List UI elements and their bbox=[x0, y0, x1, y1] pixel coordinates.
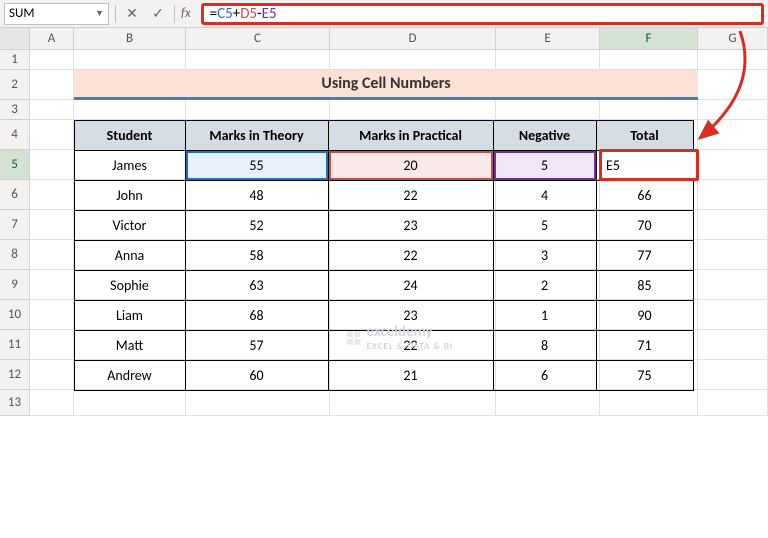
row-header-5[interactable]: 5 bbox=[0, 150, 30, 180]
col-header-F[interactable]: F bbox=[600, 28, 698, 49]
cell-negative[interactable]: 8 bbox=[493, 330, 597, 361]
active-cell-f5[interactable]: E5 bbox=[599, 149, 699, 181]
table-row: Anna 58 22 3 77 bbox=[74, 240, 698, 270]
sheet-title[interactable]: Using Cell Numbers bbox=[74, 70, 698, 100]
col-header-E[interactable]: E bbox=[496, 28, 600, 49]
row-headers: 1 2 3 4 5 6 7 8 9 10 11 12 13 bbox=[0, 50, 30, 416]
row-header-1[interactable]: 1 bbox=[0, 50, 30, 70]
cell-practical[interactable]: 22 bbox=[328, 240, 494, 271]
confirm-icon[interactable]: ✓ bbox=[148, 4, 168, 24]
table-row: John 48 22 4 66 bbox=[74, 180, 698, 210]
cell-negative[interactable]: 6 bbox=[493, 360, 597, 391]
row-header-10[interactable]: 10 bbox=[0, 300, 30, 330]
row-header-8[interactable]: 8 bbox=[0, 240, 30, 270]
name-box[interactable]: SUM ▼ bbox=[4, 3, 109, 25]
header-student[interactable]: Student bbox=[74, 120, 186, 151]
separator bbox=[174, 5, 175, 23]
row-header-2[interactable]: 2 bbox=[0, 70, 30, 100]
cell-total[interactable]: 70 bbox=[596, 210, 694, 241]
column-headers: A B C D E F G bbox=[0, 28, 768, 50]
cell-student[interactable]: Sophie bbox=[74, 270, 186, 301]
header-negative[interactable]: Negative bbox=[493, 120, 597, 151]
cell-practical[interactable]: 21 bbox=[328, 360, 494, 391]
cell-negative-ref[interactable]: 5 bbox=[493, 150, 597, 181]
cell-theory[interactable]: 63 bbox=[185, 270, 329, 301]
cell-negative[interactable]: 5 bbox=[493, 210, 597, 241]
cell-practical[interactable]: 23 bbox=[328, 210, 494, 241]
cell-theory[interactable]: 48 bbox=[185, 180, 329, 211]
cell-student[interactable]: Victor bbox=[74, 210, 186, 241]
cell-total[interactable]: 66 bbox=[596, 180, 694, 211]
col-header-G[interactable]: G bbox=[698, 28, 768, 49]
cell-practical[interactable]: 22 bbox=[328, 330, 494, 361]
active-cell-content: E5 bbox=[606, 157, 620, 174]
header-total[interactable]: Total bbox=[596, 120, 694, 151]
cell-student[interactable]: Liam bbox=[74, 300, 186, 331]
cell-practical-ref[interactable]: 20 bbox=[328, 150, 494, 181]
table-row: Matt 57 22 8 71 bbox=[74, 330, 698, 360]
row-header-4[interactable]: 4 bbox=[0, 120, 30, 150]
cell-theory[interactable]: 57 bbox=[185, 330, 329, 361]
formula-text: =C5+D5-E5 bbox=[210, 5, 277, 23]
cell-practical[interactable]: 24 bbox=[328, 270, 494, 301]
chevron-down-icon[interactable]: ▼ bbox=[95, 8, 104, 19]
cell-total[interactable]: 85 bbox=[596, 270, 694, 301]
cell-practical[interactable]: 23 bbox=[328, 300, 494, 331]
table-header-row: Student Marks in Theory Marks in Practic… bbox=[74, 120, 698, 150]
cell-student[interactable]: Anna bbox=[74, 240, 186, 271]
cell-student[interactable]: John bbox=[74, 180, 186, 211]
formula-input[interactable]: =C5+D5-E5 bbox=[201, 3, 764, 25]
row-header-3[interactable]: 3 bbox=[0, 100, 30, 120]
cell-theory[interactable]: 52 bbox=[185, 210, 329, 241]
col-header-A[interactable]: A bbox=[30, 28, 74, 49]
table-row: Sophie 63 24 2 85 bbox=[74, 270, 698, 300]
table-row: Victor 52 23 5 70 bbox=[74, 210, 698, 240]
row-header-11[interactable]: 11 bbox=[0, 330, 30, 360]
separator bbox=[115, 5, 116, 23]
cell-theory[interactable]: 60 bbox=[185, 360, 329, 391]
row-header-7[interactable]: 7 bbox=[0, 210, 30, 240]
row-header-12[interactable]: 12 bbox=[0, 360, 30, 390]
cell-total[interactable]: 90 bbox=[596, 300, 694, 331]
cell-theory[interactable]: 58 bbox=[185, 240, 329, 271]
row-header-9[interactable]: 9 bbox=[0, 270, 30, 300]
cell-total[interactable]: 71 bbox=[596, 330, 694, 361]
header-practical[interactable]: Marks in Practical bbox=[328, 120, 494, 151]
table-row: Liam 68 23 1 90 bbox=[74, 300, 698, 330]
fx-icon[interactable]: fx bbox=[181, 6, 191, 21]
cell-theory[interactable]: 68 bbox=[185, 300, 329, 331]
col-header-D[interactable]: D bbox=[330, 28, 496, 49]
formula-bar: SUM ▼ ✕ ✓ fx =C5+D5-E5 bbox=[0, 0, 768, 28]
cell-negative[interactable]: 3 bbox=[493, 240, 597, 271]
header-theory[interactable]: Marks in Theory bbox=[185, 120, 329, 151]
cell-theory-ref[interactable]: 55 bbox=[185, 150, 329, 181]
col-header-C[interactable]: C bbox=[186, 28, 330, 49]
cells-area[interactable]: Using Cell Numbers Student Marks in Theo… bbox=[30, 50, 768, 416]
cell-student[interactable]: James bbox=[74, 150, 186, 181]
select-all-corner[interactable] bbox=[0, 28, 30, 49]
cell-negative[interactable]: 2 bbox=[493, 270, 597, 301]
cell-student[interactable]: Andrew bbox=[74, 360, 186, 391]
cell-negative[interactable]: 4 bbox=[493, 180, 597, 211]
cell-total[interactable]: 75 bbox=[596, 360, 694, 391]
name-box-value: SUM bbox=[9, 6, 34, 21]
row-header-6[interactable]: 6 bbox=[0, 180, 30, 210]
row-header-13[interactable]: 13 bbox=[0, 390, 30, 416]
cell-practical[interactable]: 22 bbox=[328, 180, 494, 211]
grid: 1 2 3 4 5 6 7 8 9 10 11 12 13 Using Cell… bbox=[0, 50, 768, 416]
cell-student[interactable]: Matt bbox=[74, 330, 186, 361]
cancel-icon[interactable]: ✕ bbox=[122, 4, 142, 24]
col-header-B[interactable]: B bbox=[74, 28, 186, 49]
cell-total[interactable]: 77 bbox=[596, 240, 694, 271]
cell-negative[interactable]: 1 bbox=[493, 300, 597, 331]
table-row: Andrew 60 21 6 75 bbox=[74, 360, 698, 390]
